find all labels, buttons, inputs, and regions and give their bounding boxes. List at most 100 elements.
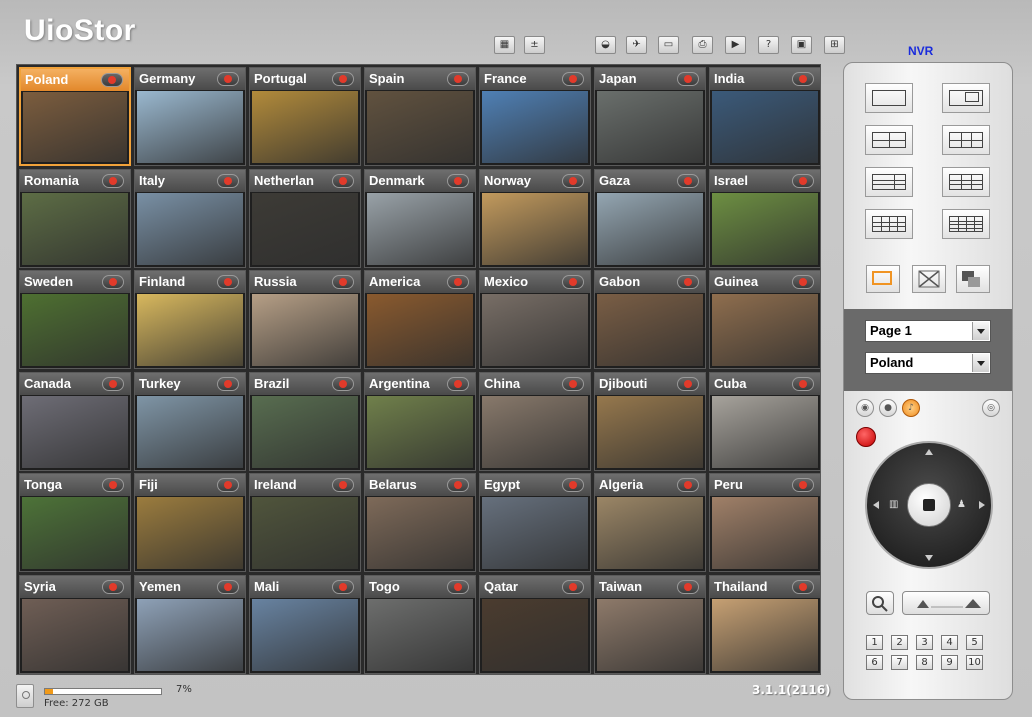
camera-tile[interactable]: China [479, 371, 591, 471]
preset-3-button[interactable]: 3 [916, 635, 933, 650]
camera-tile[interactable]: Cuba [709, 371, 821, 471]
camera-tile[interactable]: Turkey [134, 371, 246, 471]
layout-16-icon [949, 216, 983, 232]
ptz-control[interactable]: ▥ ♟ [865, 441, 993, 569]
layout-12-button[interactable] [865, 209, 913, 239]
chevron-down-icon[interactable] [972, 322, 989, 340]
camera-tile[interactable]: Syria [19, 574, 131, 674]
camera-tile[interactable]: Tonga [19, 473, 131, 572]
camera-tile[interactable]: Germany [134, 67, 246, 166]
multi-view-icon[interactable]: ▦ [494, 36, 515, 54]
camera-tile[interactable]: Taiwan [594, 574, 706, 674]
camera-setup-icon[interactable]: ✈ [626, 36, 647, 54]
camera-tile[interactable]: Gabon [594, 270, 706, 369]
layout-4-button[interactable] [865, 125, 913, 155]
layout-tree-icon[interactable]: ⊞ [824, 36, 845, 54]
ptz-right-icon[interactable] [979, 501, 985, 509]
focus-slider[interactable] [902, 591, 990, 615]
help-icon[interactable]: ? [758, 36, 779, 54]
camera-tile[interactable]: Spain [364, 67, 476, 166]
camera-tile[interactable]: Djibouti [594, 371, 706, 471]
chevron-down-icon[interactable] [972, 354, 989, 372]
camera-tile[interactable]: Argentina [364, 371, 476, 471]
record-indicator-icon [677, 275, 699, 289]
camera-tile[interactable]: America [364, 270, 476, 369]
system-icon[interactable]: ▣ [791, 36, 812, 54]
camera-tile[interactable]: Ireland [249, 473, 361, 572]
camera-tile[interactable]: Algeria [594, 473, 706, 572]
preset-10-button[interactable]: 10 [966, 655, 983, 670]
camera-tile[interactable]: Thailand [709, 574, 821, 674]
alarm-icon[interactable] [856, 427, 876, 447]
camera-tile[interactable]: Mali [249, 574, 361, 674]
printer-icon[interactable]: ⎙ [692, 36, 713, 54]
layout-9-button[interactable] [942, 167, 990, 197]
ptz-home-button[interactable] [907, 483, 951, 527]
camera-tile[interactable]: Peru [709, 473, 821, 572]
camera-tile[interactable]: Denmark [364, 168, 476, 268]
record-indicator-icon [677, 173, 699, 188]
layout-16-button[interactable] [942, 209, 990, 239]
ptz-left-icon[interactable] [873, 501, 879, 509]
camera-tile[interactable]: Fiji [134, 473, 246, 572]
preset-8-button[interactable]: 8 [916, 655, 933, 670]
preset-1-button[interactable]: 1 [866, 635, 883, 650]
camera-tile[interactable]: Egypt [479, 473, 591, 572]
layout-1-button[interactable] [865, 83, 913, 113]
preset-5-button[interactable]: 5 [966, 635, 983, 650]
preset-9-button[interactable]: 9 [941, 655, 958, 670]
ptz-down-icon[interactable] [925, 555, 933, 561]
layout-6-button[interactable] [942, 125, 990, 155]
camera-select[interactable]: Poland [865, 352, 991, 374]
record-icon[interactable]: ● [879, 399, 897, 417]
monitor-icon[interactable]: ▭ [658, 36, 679, 54]
preset-2-button[interactable]: 2 [891, 635, 908, 650]
options-icon[interactable]: ± [524, 36, 545, 54]
sequence-icon[interactable] [956, 265, 990, 293]
record-indicator-icon [332, 376, 354, 391]
camera-tile[interactable]: Portugal [249, 67, 361, 166]
camera-tile[interactable]: Netherlan [249, 168, 361, 268]
camera-tile[interactable]: Romania [19, 168, 131, 268]
camera-tile[interactable]: Qatar [479, 574, 591, 674]
camera-tile[interactable]: Sweden [19, 270, 131, 369]
camera-feed [22, 294, 128, 366]
expand-icon[interactable] [912, 265, 946, 293]
camera-tile[interactable]: France [479, 67, 591, 166]
network-icon[interactable]: ◒ [595, 36, 616, 54]
camera-tile[interactable]: Yemen [134, 574, 246, 674]
preset-6-button[interactable]: 6 [866, 655, 883, 670]
fullscreen-select-icon[interactable] [866, 265, 900, 293]
record-indicator-icon [447, 579, 469, 594]
camera-tile[interactable]: Poland [19, 67, 131, 166]
audio-icon[interactable]: ♪ [902, 399, 920, 417]
camera-tile[interactable]: India [709, 67, 821, 166]
camera-tile[interactable]: Japan [594, 67, 706, 166]
camera-tile[interactable]: Brazil [249, 371, 361, 471]
preset-7-button[interactable]: 7 [891, 655, 908, 670]
camera-tile[interactable]: Mexico [479, 270, 591, 369]
camera-tile[interactable]: Norway [479, 168, 591, 268]
ptz-tele-icon[interactable]: ♟ [957, 499, 971, 511]
layout-pip-button[interactable] [942, 83, 990, 113]
layout-8-button[interactable] [865, 167, 913, 197]
talk-icon[interactable]: ◎ [982, 399, 1000, 417]
ptz-up-icon[interactable] [925, 449, 933, 455]
preset-4-button[interactable]: 4 [941, 635, 958, 650]
camera-tile[interactable]: Canada [19, 371, 131, 471]
camera-tile[interactable]: Italy [134, 168, 246, 268]
record-indicator-icon [447, 376, 469, 391]
camera-tile[interactable]: Finland [134, 270, 246, 369]
digital-zoom-button[interactable] [866, 591, 894, 615]
snapshot-icon[interactable]: ◉ [856, 399, 874, 417]
camera-tile[interactable]: Belarus [364, 473, 476, 572]
camera-tile[interactable]: Israel [709, 168, 821, 268]
camera-tile[interactable]: Guinea [709, 270, 821, 369]
page-select[interactable]: Page 1 [865, 320, 991, 342]
camera-tile[interactable]: Gaza [594, 168, 706, 268]
camera-tile[interactable]: Russia [249, 270, 361, 369]
ptz-wide-icon[interactable]: ▥ [889, 499, 903, 511]
play-icon[interactable]: ▶ [725, 36, 746, 54]
camera-tile[interactable]: Togo [364, 574, 476, 674]
record-indicator-icon [102, 376, 124, 391]
